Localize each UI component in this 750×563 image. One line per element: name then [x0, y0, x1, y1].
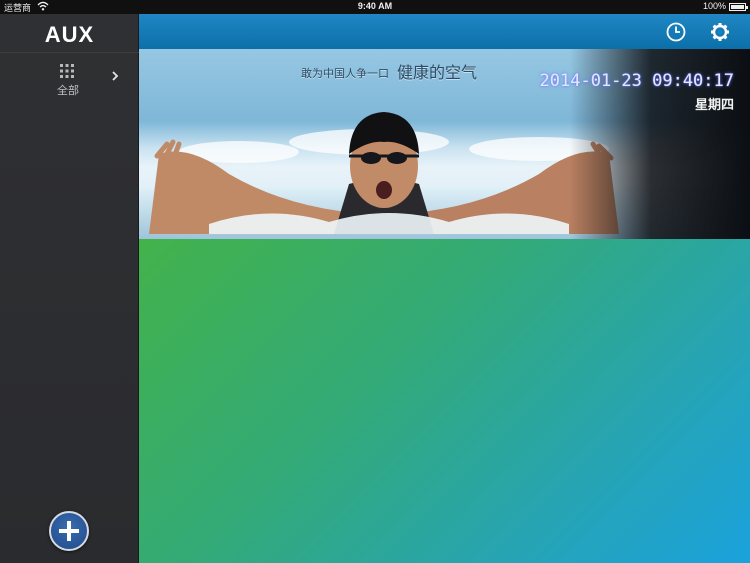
grid-icon	[60, 64, 74, 78]
top-toolbar	[139, 14, 750, 49]
battery-percent: 100%	[702, 1, 726, 11]
banner-slogan-large: 健康的空气	[397, 63, 478, 82]
device-area	[139, 239, 750, 563]
gear-icon[interactable]	[709, 21, 731, 43]
sidebar-divider	[0, 52, 139, 53]
aux-logo: AUX	[44, 22, 95, 47]
sidebar-item-all[interactable]: 全部	[0, 58, 139, 102]
sidebar-item-label: 全部	[57, 84, 79, 97]
status-time: 9:40 AM	[357, 1, 393, 11]
banner-datetime: 2014-01-23 09:40:17	[539, 71, 734, 91]
chevron-right-icon	[112, 71, 119, 81]
clock-icon[interactable]	[665, 21, 687, 43]
banner-weekday: 星期四	[694, 98, 734, 113]
banner-slogan-small: 敢为中国人争一口	[301, 67, 389, 80]
add-device-button[interactable]	[49, 511, 89, 551]
swimmer-illustration	[149, 112, 619, 234]
battery-icon	[729, 3, 748, 11]
status-bar: 运营商 9:40 AM 100%	[0, 0, 750, 14]
plus-icon	[59, 521, 79, 541]
sidebar: AUX 全部	[0, 14, 139, 563]
promo-banner: 敢为中国人争一口 健康的空气 2014-01-23 09:40:17 星期四	[139, 49, 750, 239]
